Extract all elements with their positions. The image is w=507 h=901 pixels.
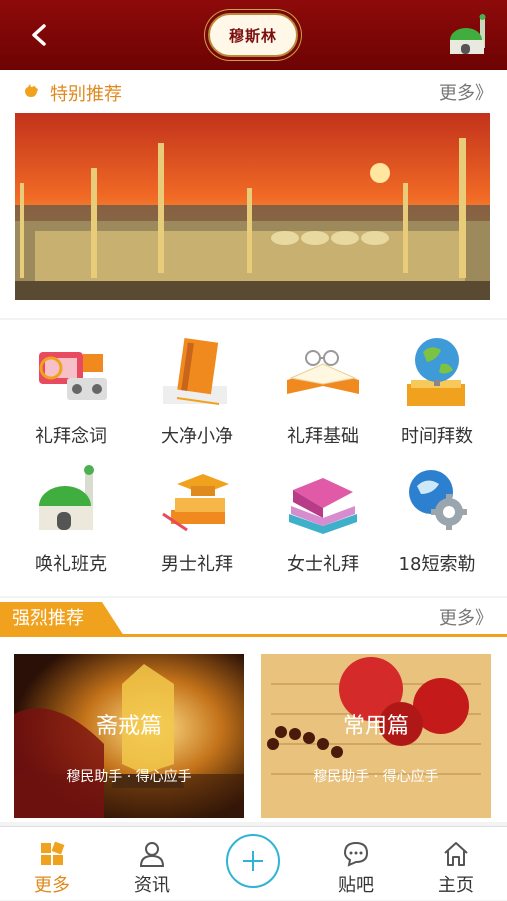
grid-label: 男士礼拜 bbox=[161, 554, 233, 575]
recommended-divider bbox=[0, 634, 507, 637]
bottom-tab-bar: 更多 资讯 贴吧 主页 bbox=[0, 826, 507, 900]
card-subtitle: 穆民助手 · 得心应手 bbox=[313, 769, 439, 785]
tab-forum[interactable]: 贴吧 bbox=[306, 827, 406, 901]
tab-label: 资讯 bbox=[134, 875, 170, 896]
header-bar: 穆斯林 bbox=[0, 0, 507, 70]
grid-item-18-surahs[interactable]: 18短索勒 bbox=[374, 462, 500, 576]
recommended-section: 强烈推荐 更多》 斋戒篇 穆民助手 · 得心应手 常用篇 穆民助手 · 得心应手 bbox=[0, 598, 507, 822]
grid-label: 唤礼班克 bbox=[35, 554, 107, 575]
user-icon bbox=[139, 842, 165, 867]
grid-label: 礼拜基础 bbox=[287, 426, 359, 447]
card-title: 常用篇 bbox=[342, 714, 409, 739]
grid-item-call-to-prayer[interactable]: 唤礼班克 bbox=[8, 462, 134, 576]
chevron-left-icon bbox=[32, 24, 46, 46]
grid-label: 礼拜念词 bbox=[35, 426, 107, 447]
tab-label: 更多 bbox=[34, 875, 70, 896]
featured-more-link[interactable]: 更多》 bbox=[439, 79, 493, 105]
globe-gear-icon bbox=[409, 470, 467, 530]
tab-home[interactable]: 主页 bbox=[406, 827, 506, 901]
category-grid: 礼拜念词 大净小净 礼拜基础 时间拜数 唤礼班克 男士礼拜 女士礼拜 18短索勒 bbox=[0, 320, 507, 596]
audio-icon bbox=[39, 352, 107, 400]
card-subtitle: 穆民助手 · 得心应手 bbox=[66, 769, 192, 785]
grid-label: 时间拜数 bbox=[401, 426, 473, 447]
mosque-banner-image[interactable] bbox=[15, 113, 490, 300]
grid-icon bbox=[41, 841, 65, 865]
mosque-icon bbox=[450, 14, 486, 54]
logo-text: 穆斯林 bbox=[228, 26, 277, 45]
back-button[interactable] bbox=[22, 18, 56, 52]
card-fasting[interactable]: 斋戒篇 穆民助手 · 得心应手 bbox=[14, 654, 244, 818]
chat-icon bbox=[343, 841, 369, 867]
globe-icon bbox=[407, 338, 465, 406]
tab-label: 主页 bbox=[438, 875, 474, 896]
grid-item-prayer-basics[interactable]: 礼拜基础 bbox=[260, 334, 386, 448]
card-title: 斋戒篇 bbox=[95, 714, 162, 739]
recommended-more-link[interactable]: 更多》 bbox=[439, 604, 493, 630]
grid-item-ablution[interactable]: 大净小净 bbox=[134, 334, 260, 448]
recommended-title: 强烈推荐 bbox=[0, 602, 124, 636]
tab-more[interactable]: 更多 bbox=[2, 827, 102, 901]
grid-item-womens-prayer[interactable]: 女士礼拜 bbox=[260, 462, 386, 576]
grid-item-prayer-times[interactable]: 时间拜数 bbox=[374, 334, 500, 448]
hand-icon bbox=[25, 84, 38, 97]
featured-section: 特别推荐 更多》 bbox=[0, 70, 507, 318]
tab-label: 贴吧 bbox=[338, 875, 374, 896]
graduation-icon bbox=[162, 474, 229, 532]
grid-label: 女士礼拜 bbox=[287, 554, 359, 575]
featured-title-row: 特别推荐 更多》 bbox=[0, 70, 507, 112]
books-icon bbox=[289, 478, 357, 534]
card-common[interactable]: 常用篇 穆民助手 · 得心应手 bbox=[261, 654, 491, 818]
mosque-button[interactable] bbox=[444, 10, 494, 60]
grid-label: 大净小净 bbox=[161, 426, 233, 447]
home-icon bbox=[444, 842, 468, 866]
book-icon bbox=[163, 338, 227, 405]
grid-item-mens-prayer[interactable]: 男士礼拜 bbox=[134, 462, 260, 576]
plus-icon bbox=[243, 851, 263, 871]
add-button[interactable] bbox=[226, 834, 280, 888]
featured-title: 特别推荐 bbox=[50, 84, 122, 105]
app-logo: 穆斯林 bbox=[208, 13, 298, 57]
mosque-icon bbox=[39, 465, 94, 530]
grid-item-prayer-recitation[interactable]: 礼拜念词 bbox=[8, 334, 134, 448]
tab-news[interactable]: 资讯 bbox=[102, 827, 202, 901]
grid-label: 18短索勒 bbox=[398, 554, 476, 575]
open-book-icon bbox=[287, 350, 359, 394]
